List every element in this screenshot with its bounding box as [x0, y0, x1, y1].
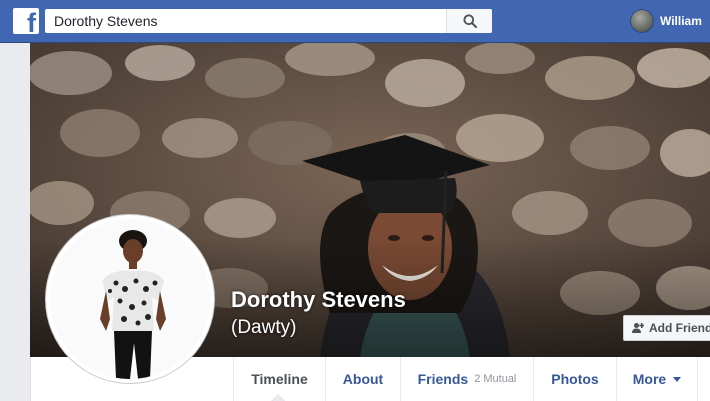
- top-navigation-bar: f William: [0, 0, 710, 43]
- profile-picture-image: [50, 219, 210, 379]
- tab-more[interactable]: More: [616, 357, 698, 401]
- tab-label: Timeline: [251, 371, 308, 387]
- user-avatar: [630, 9, 654, 33]
- caret-down-icon: [673, 376, 682, 382]
- user-profile-link[interactable]: William: [630, 9, 702, 33]
- tab-label: Photos: [551, 371, 599, 387]
- search-icon: [463, 14, 477, 28]
- facebook-logo-letter: f: [27, 8, 36, 38]
- profile-name[interactable]: Dorothy Stevens: [231, 287, 406, 313]
- mutual-friends-count: 2 Mutual: [474, 373, 517, 385]
- search-input[interactable]: [45, 9, 445, 33]
- search-box: [45, 9, 492, 33]
- add-friend-label: Add Friend: [649, 321, 710, 335]
- search-button[interactable]: [446, 9, 492, 33]
- tab-label: More: [632, 371, 667, 387]
- tab-label: About: [342, 371, 384, 387]
- tab-about[interactable]: About: [325, 357, 400, 401]
- profile-picture[interactable]: [45, 214, 215, 384]
- profile-alternate-name: (Dawty): [231, 317, 297, 338]
- add-friend-button[interactable]: Add Friend: [623, 315, 710, 341]
- tab-photos[interactable]: Photos: [533, 357, 616, 401]
- add-friend-icon: [632, 323, 644, 333]
- facebook-logo-icon[interactable]: f: [13, 8, 39, 38]
- page-left-margin: [0, 43, 30, 401]
- active-tab-indicator-fill: [272, 395, 284, 401]
- user-name: William: [660, 14, 702, 28]
- tab-friends[interactable]: Friends 2 Mutual: [400, 357, 533, 401]
- tab-label: Friends: [417, 371, 469, 387]
